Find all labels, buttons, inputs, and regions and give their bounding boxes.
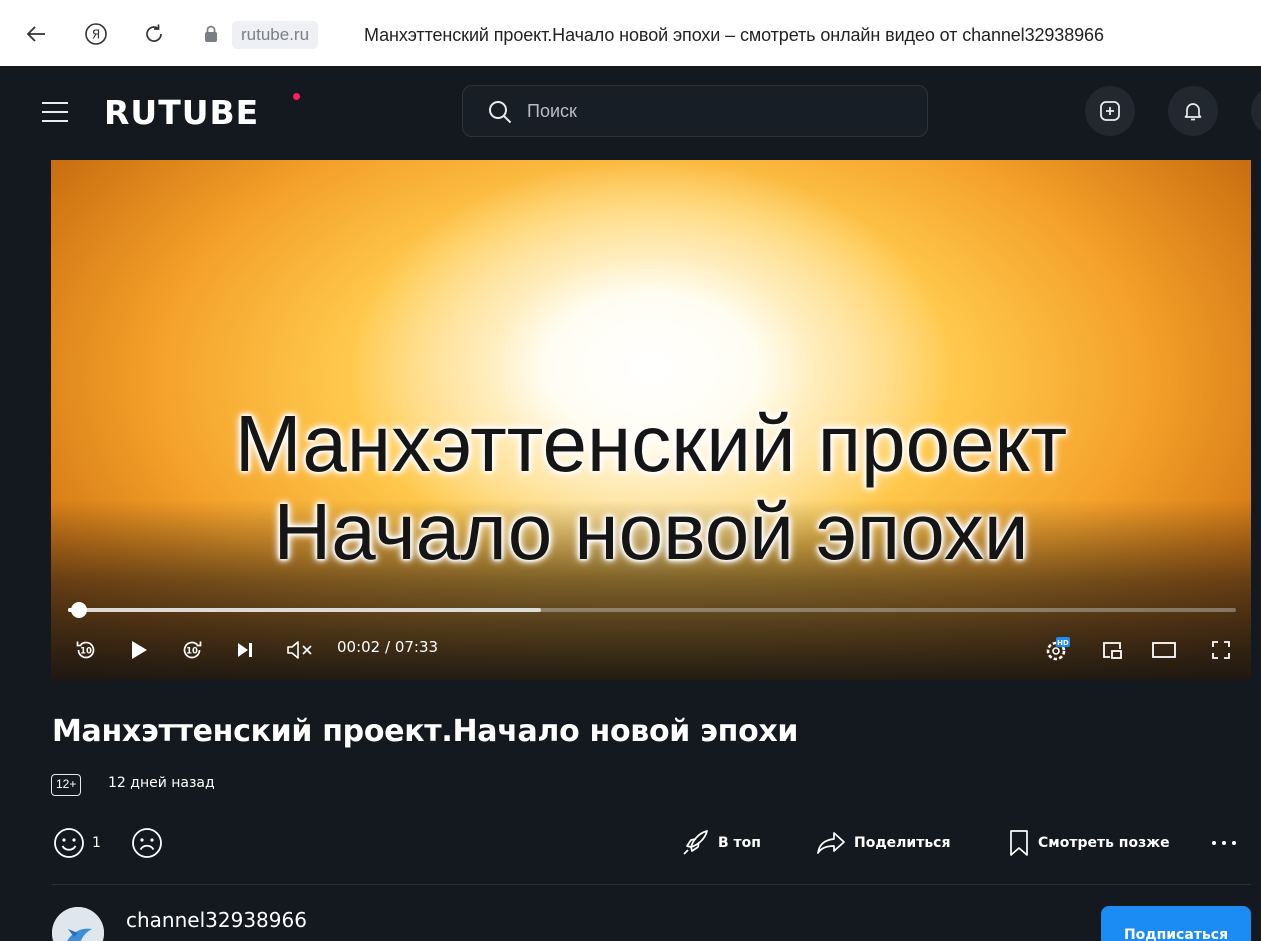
next-button[interactable]: [234, 636, 256, 664]
svg-text:Я: Я: [92, 28, 100, 42]
rewind-10-icon: 10: [76, 641, 95, 659]
progress-bar[interactable]: [68, 608, 1236, 612]
search-box[interactable]: [462, 85, 928, 137]
logo-dot: [293, 93, 300, 100]
more-options-button[interactable]: [1210, 826, 1238, 860]
bookmark-icon: [1010, 830, 1028, 856]
progress-handle[interactable]: [70, 602, 87, 618]
quality-hd-icon: HD: [1046, 637, 1070, 661]
fullscreen-icon: [1212, 641, 1230, 659]
watch-later-label: Смотреть позже: [1038, 835, 1170, 851]
forward-10-icon: 10: [183, 641, 202, 659]
age-rating-badge: 12+: [51, 774, 82, 796]
upload-button[interactable]: [1085, 86, 1135, 136]
theater-mode-button[interactable]: [1150, 636, 1178, 664]
theater-icon: [1152, 642, 1176, 658]
menu-icon[interactable]: [40, 99, 70, 125]
progress-buffered: [68, 608, 542, 612]
rutube-logo[interactable]: RUTUBE: [104, 95, 259, 131]
video-overlay-title-line1: Манхэттенский проект: [234, 399, 1068, 488]
miniplayer-icon: [1103, 642, 1122, 659]
video-player[interactable]: Манхэттенский проект Начало новой эпохи …: [51, 160, 1251, 680]
subscribe-button[interactable]: Подписаться: [1101, 906, 1251, 941]
forward-10-button[interactable]: 10: [179, 636, 205, 664]
dislike-button[interactable]: [130, 826, 164, 860]
lock-icon: [203, 22, 219, 46]
mute-icon: [287, 641, 312, 659]
address-bar-url[interactable]: rutube.ru: [232, 21, 319, 49]
mute-button[interactable]: [285, 636, 315, 664]
like-button[interactable]: 1: [52, 826, 101, 860]
share-label: Поделиться: [854, 835, 951, 851]
like-count: 1: [92, 835, 101, 851]
publish-date: 12 дней назад: [108, 775, 215, 791]
play-button[interactable]: [127, 636, 151, 664]
profile-button[interactable]: [1251, 86, 1261, 136]
smile-icon: [54, 828, 84, 858]
share-icon: [817, 832, 845, 854]
watch-later-button[interactable]: Смотреть позже: [1008, 826, 1170, 860]
back-arrow-icon[interactable]: [26, 22, 46, 46]
channel-name[interactable]: channel32938966: [126, 908, 307, 932]
fullscreen-button[interactable]: [1209, 636, 1233, 664]
share-button[interactable]: Поделиться: [816, 826, 950, 860]
search-input[interactable]: [527, 97, 907, 125]
next-icon: [238, 643, 252, 657]
section-divider: [52, 884, 1251, 885]
video-overlay-title-line2: Начало новой эпохи: [273, 487, 1029, 576]
bell-icon: [1184, 103, 1202, 121]
browser-toolbar: Я rutube.ru Манхэттенский проект.Начало …: [0, 0, 1261, 66]
yandex-icon[interactable]: Я: [84, 22, 108, 46]
rocket-icon: [683, 830, 708, 855]
playback-time: 00:02 / 07:33: [337, 638, 439, 656]
more-dots-icon: [1212, 841, 1236, 845]
avatar-bird-icon: [52, 907, 104, 941]
sad-face-icon: [132, 828, 162, 858]
play-icon: [132, 641, 147, 659]
search-icon[interactable]: [487, 99, 513, 130]
quality-settings-button[interactable]: HD: [1042, 636, 1072, 664]
rewind-10-button[interactable]: 10: [73, 636, 99, 664]
svg-text:HD: HD: [1057, 639, 1069, 647]
promote-top-label: В топ: [718, 835, 761, 851]
reload-icon[interactable]: [143, 22, 165, 46]
site-header: RUTUBE: [0, 66, 1261, 160]
upload-icon: [1100, 101, 1120, 121]
promote-top-button[interactable]: В топ: [680, 826, 761, 860]
notifications-button[interactable]: [1168, 86, 1218, 136]
video-title: Манхэттенский проект.Начало новой эпохи: [52, 714, 799, 749]
svg-text:10: 10: [80, 647, 92, 657]
miniplayer-button[interactable]: [1099, 636, 1125, 664]
svg-text:10: 10: [186, 647, 198, 657]
channel-avatar[interactable]: [52, 907, 104, 941]
page-tab-title: Манхэттенский проект.Начало новой эпохи …: [364, 25, 1104, 45]
